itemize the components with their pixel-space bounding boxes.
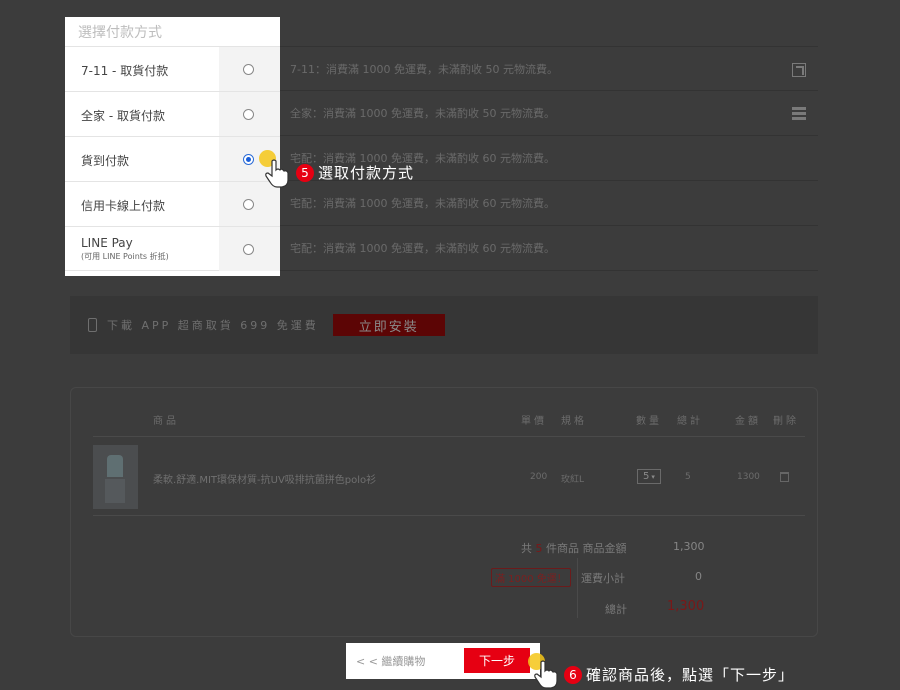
product-thumbnail[interactable] [93,445,138,509]
header-price: 單價 [521,416,547,427]
payment-method-panel: 選擇付款方式 7-11 - 取貨付款 全家 - 取貨付款 貨到付款 信用卡線上付… [65,17,280,276]
radio-711[interactable] [243,64,254,75]
payment-desc-row: 宅配：消費滿 1000 免運費，未滿酌收 60 元物流費。 [280,181,818,226]
payment-option-label: 全家 - 取貨付款 [81,109,165,123]
radio-cell [219,47,280,91]
header-subtotal: 總計 [677,416,703,427]
step-5-callout: 5 選取付款方式 [296,162,414,183]
divider [577,558,578,618]
payment-title: 選擇付款方式 [78,25,162,41]
pointer-hand-icon [534,660,558,689]
payment-option-credit-card[interactable]: 信用卡線上付款 [65,181,280,226]
step-text: 確認商品後，點選「下一步」 [586,666,795,684]
step-number: 6 [564,665,582,684]
product-name[interactable]: 柔軟.舒適.MIT環保材質-抗UV吸排抗菌拼色polo衫 [153,471,376,486]
item-spec: 玫紅L [561,475,585,485]
item-price: 200 [530,472,548,482]
step-number: 5 [296,163,314,182]
payment-option-label: 7-11 - 取貨付款 [81,64,169,78]
shipping-amount: 0 [695,570,702,583]
radio-line-pay[interactable] [243,244,254,255]
payment-desc-row: 7-11：消費滿 1000 免運費，未滿酌收 50 元物流費。 [280,46,818,91]
radio-familymart[interactable] [243,109,254,120]
next-step-button[interactable]: 下一步 [464,648,530,673]
radio-cod[interactable] [243,154,254,165]
app-download-banner: 下載 APP 超商取貨 699 免運費 立即安裝 [70,296,818,354]
line-points-note: (可用 LINE Points 折抵) [81,252,169,261]
payment-option-cod[interactable]: 貨到付款 [65,136,280,181]
payment-option-familymart[interactable]: 全家 - 取貨付款 [65,91,280,136]
payment-desc-text: 7-11：消費滿 1000 免運費，未滿酌收 50 元物流費。 [290,62,558,76]
free-shipping-badge: 滿 1000 免運！ [491,568,571,587]
payment-desc-text: 宅配：消費滿 1000 免運費，未滿酌收 60 元物流費。 [290,242,555,255]
payment-option-label: LINE Pay (可用 LINE Points 折抵) [81,236,169,261]
payment-desc-row: 全家：消費滿 1000 免運費，未滿酌收 50 元物流費。 [280,91,818,136]
payment-description-list: 7-11：消費滿 1000 免運費，未滿酌收 50 元物流費。 全家：消費滿 1… [280,46,818,271]
step-6-callout: 6 確認商品後，點選「下一步」 [564,664,794,685]
continue-shopping-link[interactable]: < < 繼續購物 [356,653,425,669]
header-product: 商品 [153,416,179,427]
quantity-select[interactable]: 5 ▾ [637,469,661,484]
radio-cell [219,92,280,136]
step-text: 選取付款方式 [318,164,415,182]
payment-option-label: 貨到付款 [81,154,130,168]
quantity-value: 5 [643,471,650,482]
payment-option-711[interactable]: 7-11 - 取貨付款 [65,46,280,91]
total-amount: 1,300 [667,599,705,614]
payment-desc-text: 全家：消費滿 1000 免運費，未滿酌收 50 元物流費。 [290,107,555,120]
item-subtotal: 5 [685,472,691,482]
payment-option-label: 信用卡線上付款 [81,199,166,213]
phone-icon [88,318,97,332]
header-spec: 規格 [561,416,587,427]
header-qty: 數量 [636,416,662,427]
install-app-button[interactable]: 立即安裝 [332,314,445,336]
radio-cell [219,182,280,226]
header-delete: 刪除 [773,416,799,427]
payment-option-line-pay[interactable]: LINE Pay (可用 LINE Points 折抵) [65,226,280,271]
payment-desc-text: 宅配：消費滿 1000 免運費，未滿酌收 60 元物流費。 [290,197,555,210]
payment-desc-row: 宅配：消費滿 1000 免運費，未滿酌收 60 元物流費。 [280,226,818,271]
header-amount: 金額 [735,416,761,427]
cart-panel: 商品 單價 規格 數量 總計 金額 刪除 柔軟.舒適.MIT環保材質-抗UV吸排… [70,387,818,637]
radio-cell [219,227,280,271]
pointer-hand-icon [265,159,289,188]
radio-credit-card[interactable] [243,199,254,210]
item-count-label: 共 5 件商品 商品金額 [521,542,627,555]
goods-amount: 1,300 [673,540,705,553]
item-amount: 1300 [737,472,760,482]
total-label: 總計 [605,603,627,616]
divider [93,515,805,516]
divider [93,436,805,437]
app-banner-text: 下載 APP 超商取貨 699 免運費 [107,319,319,332]
chevron-down-icon: ▾ [651,472,655,481]
familymart-icon [792,107,806,121]
trash-icon[interactable] [780,472,789,482]
shipping-label: 運費小計 [581,572,625,585]
seven-eleven-icon [792,63,806,77]
checkout-nav-bar: < < 繼續購物 下一步 [346,643,540,679]
